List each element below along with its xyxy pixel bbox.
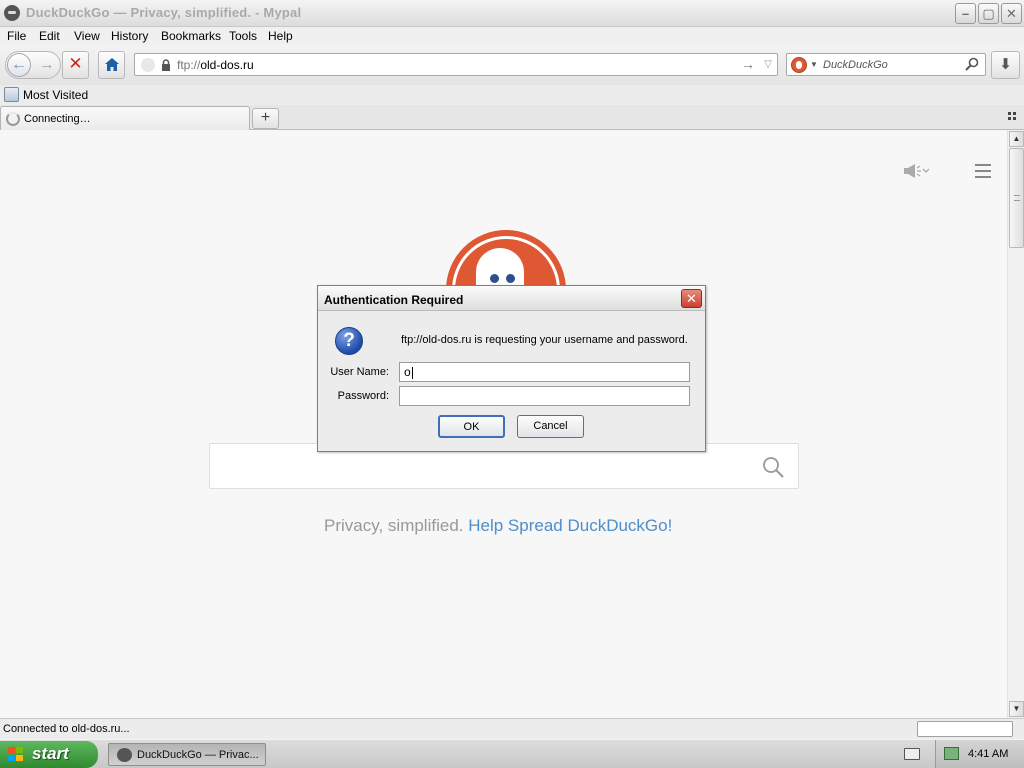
spread-ddg-link[interactable]: Help Spread DuckDuckGo! bbox=[468, 516, 672, 535]
new-tab-button[interactable]: + bbox=[252, 108, 279, 129]
maximize-button[interactable]: ▢ bbox=[978, 3, 999, 24]
duckduckgo-engine-icon[interactable] bbox=[791, 57, 807, 73]
windows-logo-icon bbox=[8, 747, 24, 762]
tab-label: Connecting… bbox=[24, 113, 91, 125]
password-label: Password: bbox=[337, 390, 389, 402]
forward-arrow-icon: → bbox=[39, 56, 55, 73]
scroll-thumb[interactable] bbox=[1009, 148, 1024, 248]
cancel-button[interactable]: Cancel bbox=[517, 415, 584, 438]
system-tray: 4:41 AM bbox=[935, 740, 1024, 768]
vertical-scrollbar[interactable]: ▲ ▼ bbox=[1007, 130, 1024, 718]
back-button[interactable]: ← bbox=[7, 53, 31, 77]
window-title: DuckDuckGo — Privacy, simplified. - Mypa… bbox=[26, 5, 302, 20]
url-text[interactable]: ftp://old-dos.ru bbox=[177, 58, 254, 72]
close-icon: ✕ bbox=[686, 291, 697, 306]
dialog-close-button[interactable]: ✕ bbox=[681, 289, 702, 308]
go-arrow-icon[interactable]: → bbox=[741, 56, 755, 72]
bookmarks-toolbar: Most Visited bbox=[0, 85, 1024, 105]
mypal-app-icon bbox=[4, 5, 20, 21]
minimize-button[interactable]: – bbox=[955, 3, 976, 24]
password-field[interactable] bbox=[399, 386, 690, 406]
tab-strip: Connecting… + bbox=[0, 105, 1024, 130]
menu-tools[interactable]: Tools bbox=[229, 29, 257, 43]
plus-icon: + bbox=[260, 109, 271, 126]
download-icon: ⬇ bbox=[999, 56, 1012, 73]
search-icon[interactable] bbox=[762, 456, 784, 478]
taskbar: start DuckDuckGo — Privac... 4:41 AM bbox=[0, 739, 1024, 768]
url-history-dropdown-icon[interactable]: ▽ bbox=[764, 59, 772, 70]
minimize-icon: – bbox=[961, 6, 970, 21]
status-bar: Connected to old-dos.ru... bbox=[0, 718, 1024, 739]
hamburger-menu-icon[interactable] bbox=[975, 164, 991, 178]
menu-edit[interactable]: Edit bbox=[39, 29, 60, 43]
lock-icon bbox=[162, 59, 170, 71]
grip-icon bbox=[1014, 195, 1020, 201]
start-label: start bbox=[32, 744, 69, 763]
taskbar-item-label: DuckDuckGo — Privac... bbox=[137, 749, 259, 761]
dialog-message: ftp://old-dos.ru is requesting your user… bbox=[401, 334, 688, 346]
menu-file[interactable]: File bbox=[7, 29, 26, 43]
username-field[interactable]: o bbox=[399, 362, 690, 382]
keyboard-icon[interactable] bbox=[904, 748, 920, 760]
tab-connecting[interactable]: Connecting… bbox=[0, 106, 250, 130]
url-protocol: ftp:// bbox=[177, 58, 201, 72]
bookmarks-folder-icon bbox=[4, 87, 19, 102]
username-label: User Name: bbox=[330, 366, 389, 378]
menu-bar: File Edit View History Bookmarks Tools H… bbox=[0, 27, 1024, 45]
menu-history[interactable]: History bbox=[111, 29, 148, 43]
close-window-button[interactable]: ✕ bbox=[1001, 3, 1022, 24]
restore-icon: ▢ bbox=[982, 6, 995, 21]
auth-dialog: Authentication Required ✕ ? ftp://old-do… bbox=[317, 285, 706, 452]
forward-button[interactable]: → bbox=[36, 54, 58, 76]
duck-eye bbox=[506, 274, 515, 283]
status-panel bbox=[917, 721, 1013, 737]
network-icon[interactable] bbox=[944, 747, 959, 760]
dialog-titlebar[interactable]: Authentication Required bbox=[318, 286, 705, 311]
duck-eye bbox=[490, 274, 499, 283]
menu-view[interactable]: View bbox=[74, 29, 100, 43]
clock[interactable]: 4:41 AM bbox=[968, 748, 1008, 760]
scroll-down-icon[interactable]: ▼ bbox=[1009, 701, 1024, 717]
search-placeholder: DuckDuckGo bbox=[823, 59, 888, 71]
bookmark-most-visited[interactable]: Most Visited bbox=[23, 88, 88, 102]
status-text: Connected to old-dos.ru... bbox=[3, 723, 130, 735]
url-host: old-dos.ru bbox=[200, 58, 254, 72]
tagline: Privacy, simplified. Help Spread DuckDuc… bbox=[324, 516, 672, 536]
mypal-app-icon bbox=[117, 748, 132, 762]
address-bar[interactable]: ftp://old-dos.ru → ▽ bbox=[134, 53, 778, 76]
home-button[interactable] bbox=[98, 51, 125, 79]
search-bar[interactable]: ▼ DuckDuckGo bbox=[786, 53, 986, 76]
tagline-text: Privacy, simplified. bbox=[324, 516, 464, 535]
stop-icon: ✕ bbox=[68, 54, 83, 73]
back-arrow-icon: ← bbox=[11, 56, 27, 73]
ok-button[interactable]: OK bbox=[438, 415, 505, 438]
search-icon[interactable] bbox=[965, 57, 979, 71]
dialog-title: Authentication Required bbox=[324, 293, 464, 307]
window-titlebar[interactable]: DuckDuckGo — Privacy, simplified. - Mypa… bbox=[0, 0, 1024, 27]
site-identity-icon[interactable] bbox=[141, 58, 155, 72]
navigation-toolbar: ← → ✕ ftp://old-dos.ru → ▽ ▼ DuckDuckGo … bbox=[0, 45, 1024, 85]
megaphone-icon[interactable] bbox=[903, 163, 929, 179]
text-caret bbox=[411, 366, 413, 379]
downloads-button[interactable]: ⬇ bbox=[991, 51, 1020, 79]
taskbar-item-mypal[interactable]: DuckDuckGo — Privac... bbox=[108, 743, 266, 766]
username-value: o bbox=[404, 365, 411, 379]
scroll-up-icon[interactable]: ▲ bbox=[1009, 131, 1024, 147]
question-icon: ? bbox=[335, 327, 363, 355]
menu-bookmarks[interactable]: Bookmarks bbox=[161, 29, 221, 43]
start-button[interactable]: start bbox=[0, 741, 98, 768]
home-icon bbox=[105, 58, 119, 71]
back-forward-group: ← → bbox=[5, 51, 61, 79]
stop-button[interactable]: ✕ bbox=[62, 51, 89, 79]
list-all-tabs-icon[interactable] bbox=[1008, 112, 1018, 122]
loading-spinner-icon bbox=[6, 112, 20, 126]
menu-help[interactable]: Help bbox=[268, 29, 293, 43]
engine-dropdown-icon[interactable]: ▼ bbox=[810, 60, 818, 69]
close-icon: ✕ bbox=[1006, 6, 1017, 21]
